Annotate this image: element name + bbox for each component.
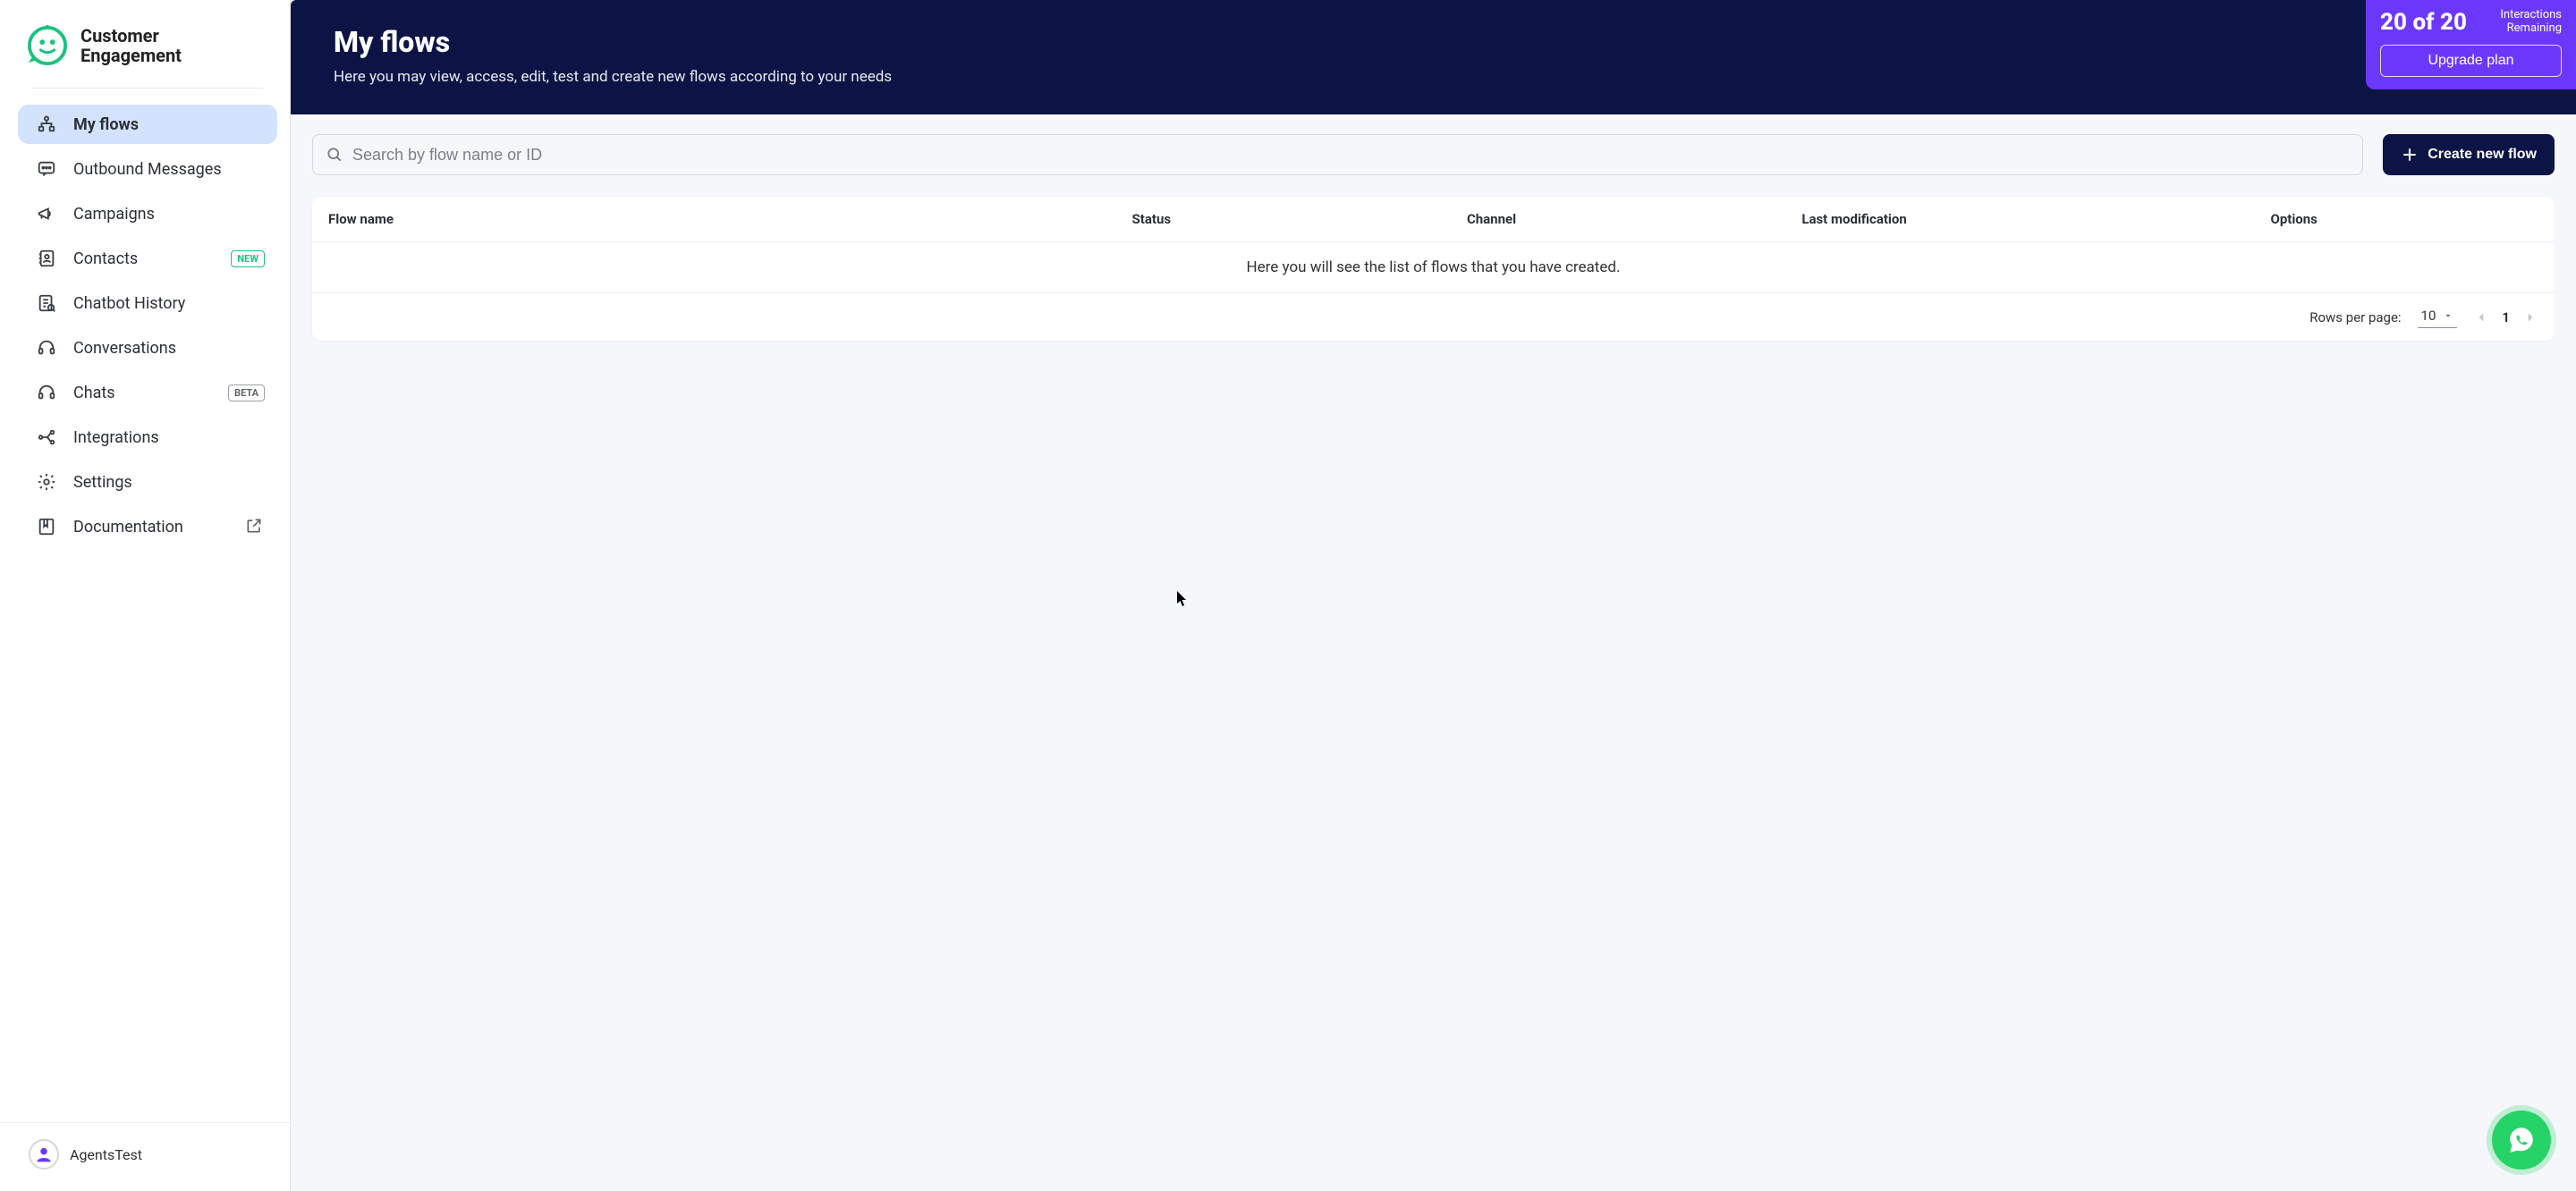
message-icon [36,158,57,180]
book-icon [36,516,57,537]
sidebar-item-label: Integrations [73,428,159,447]
prev-page-button[interactable] [2473,309,2489,325]
contacts-icon [36,248,57,269]
sidebar-item-label: Conversations [73,339,176,358]
current-page: 1 [2502,309,2510,325]
nav: My flows Outbound Messages Campaigns [0,97,290,1122]
sidebar-item-conversations[interactable]: Conversations [18,328,277,367]
beta-badge: BETA [228,384,265,401]
sidebar-item-label: Chatbot History [73,294,185,313]
logo-block: Customer Engagement [0,0,290,79]
app-title: Customer Engagement [80,26,182,65]
table-header: Flow name Status Channel Last modificati… [312,197,2555,242]
create-flow-button[interactable]: Create new flow [2383,134,2555,175]
sidebar-item-settings[interactable]: Settings [18,462,277,502]
page-subtitle: Here you may view, access, edit, test an… [334,68,2533,86]
sidebar-item-contacts[interactable]: Contacts NEW [18,239,277,278]
table-empty-message: Here you will see the list of flows that… [312,242,2555,293]
plan-count: 20 of 20 [2380,9,2467,36]
whatsapp-icon [2506,1125,2537,1155]
plan-label-line1: Interactions [2500,9,2562,22]
sidebar-item-outbound[interactable]: Outbound Messages [18,149,277,189]
sidebar: Customer Engagement My flows Outbound Me… [0,0,291,1191]
app-title-line1: Customer [80,26,182,46]
next-page-button[interactable] [2522,309,2538,325]
page-title: My flows [334,25,2533,59]
sidebar-item-label: Campaigns [73,205,155,224]
sidebar-item-integrations[interactable]: Integrations [18,418,277,457]
sidebar-item-label: Documentation [73,518,183,536]
plan-label-line2: Remaining [2500,22,2562,36]
plus-icon [2401,146,2419,164]
toolbar: Create new flow [291,114,2576,175]
sidebar-item-chatbot-history[interactable]: Chatbot History [18,283,277,323]
sidebar-item-label: Settings [73,473,132,492]
plan-card: 20 of 20 Interactions Remaining Upgrade … [2366,0,2576,89]
sidebar-item-label: Outbound Messages [73,160,222,179]
rows-per-page-select[interactable]: 10 [2418,306,2458,328]
search-input[interactable] [352,146,2350,165]
cursor-icon [1176,590,1189,608]
sidebar-item-chats[interactable]: Chats BETA [18,373,277,412]
plan-labels: Interactions Remaining [2500,9,2562,36]
avatar [29,1139,59,1170]
col-channel: Channel [1467,211,1801,227]
rows-per-page-label: Rows per page: [2309,309,2401,325]
rows-per-page-value: 10 [2421,308,2436,324]
external-link-icon [245,517,265,536]
upgrade-plan-button[interactable]: Upgrade plan [2380,45,2562,77]
col-status: Status [1132,211,1467,227]
whatsapp-fab[interactable] [2492,1111,2551,1170]
sidebar-item-label: Chats [73,384,115,402]
sidebar-item-documentation[interactable]: Documentation [18,507,277,546]
sidebar-item-label: My flows [73,115,139,134]
integrations-icon [36,427,57,448]
col-last-mod: Last modification [1801,211,2270,227]
headset-icon [36,382,57,403]
user-block[interactable]: AgentsTest [0,1122,290,1191]
chevron-down-icon [2443,310,2453,321]
username: AgentsTest [70,1146,142,1163]
col-flow-name: Flow name [328,211,1132,227]
flows-table: Flow name Status Channel Last modificati… [312,197,2555,341]
sidebar-item-campaigns[interactable]: Campaigns [18,194,277,233]
sidebar-item-label: Contacts [73,249,138,268]
new-badge: NEW [231,250,265,267]
app-title-line2: Engagement [80,46,182,65]
main: My flows Here you may view, access, edit… [291,0,2576,1191]
headset-icon [36,337,57,359]
plan-top: 20 of 20 Interactions Remaining [2380,9,2562,36]
flows-icon [36,114,57,135]
search-icon [326,146,343,164]
col-options: Options [2270,211,2538,227]
table-footer: Rows per page: 10 1 [312,293,2555,341]
search-wrap[interactable] [312,134,2363,175]
gear-icon [36,471,57,493]
divider [32,88,263,89]
page-header: My flows Here you may view, access, edit… [291,0,2576,114]
create-flow-label: Create new flow [2428,147,2537,163]
app-logo-icon [27,25,68,66]
pager: 1 [2473,309,2538,325]
sidebar-item-my-flows[interactable]: My flows [18,105,277,144]
history-icon [36,292,57,314]
megaphone-icon [36,203,57,224]
